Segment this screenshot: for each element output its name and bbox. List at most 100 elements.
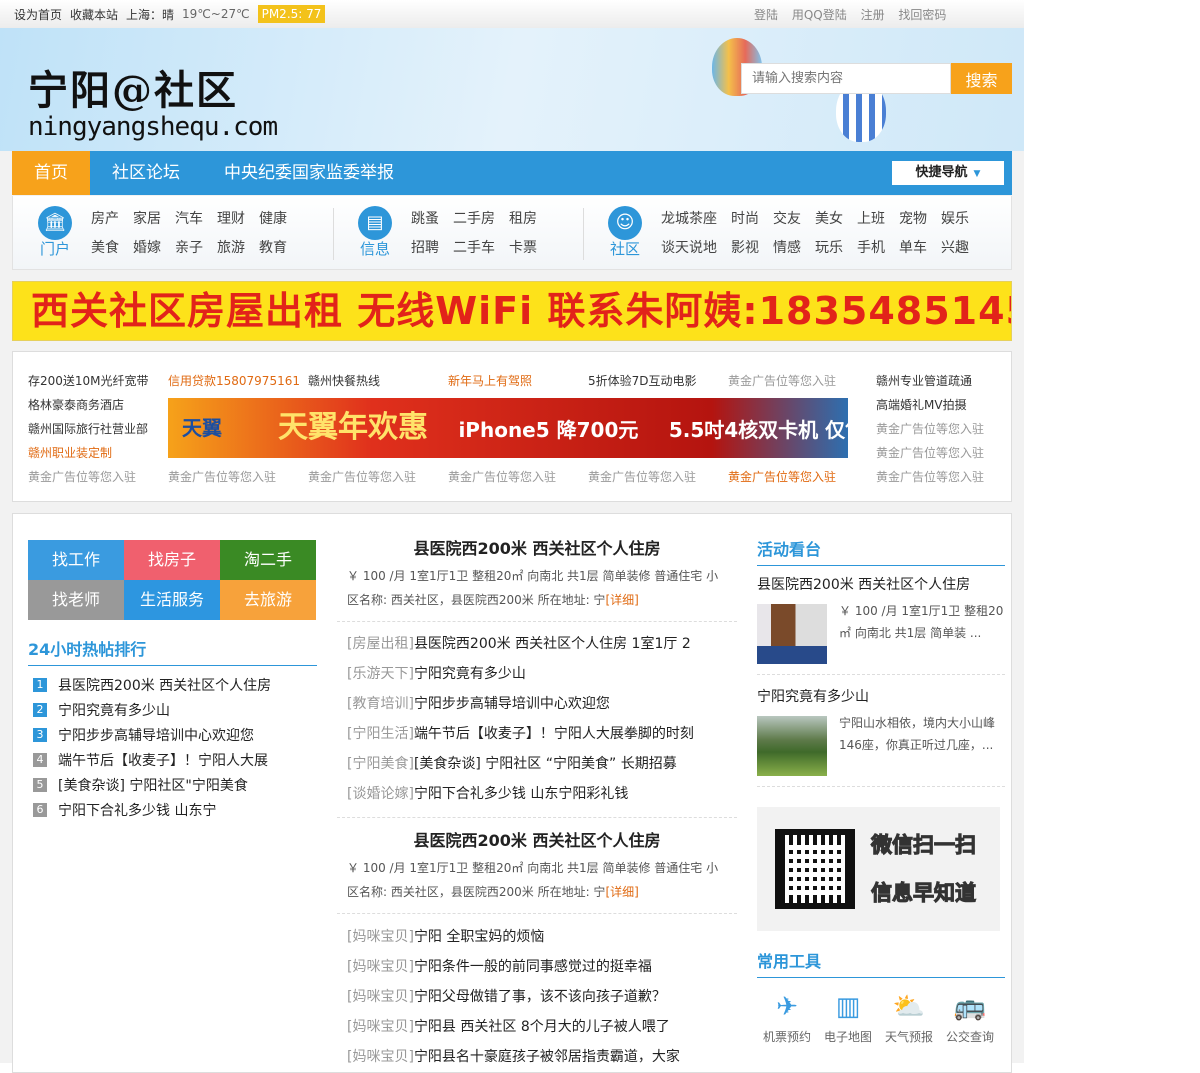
category-link[interactable]: 跳蚤: [411, 208, 453, 228]
ad-link[interactable]: 黄金广告位等您入驻: [28, 468, 136, 485]
details-link[interactable]: [详细]: [605, 593, 638, 607]
nav-forum[interactable]: 社区论坛: [90, 151, 202, 195]
ad-link[interactable]: 存200送10M光纤宽带: [28, 372, 149, 389]
set-home-link[interactable]: 设为首页: [14, 6, 62, 23]
ad-link[interactable]: 信用贷款15807975161: [168, 372, 300, 389]
ad-link[interactable]: 黄金广告位等您入驻: [448, 468, 556, 485]
category-link[interactable]: 教育: [259, 237, 301, 257]
list-item[interactable]: [妈咪宝贝]宁阳父母做错了事，该不该向孩子道歉？: [337, 982, 737, 1012]
list-item[interactable]: [房屋出租]县医院西200米 西关社区个人住房 1室1厅 2: [337, 629, 737, 659]
nav-home[interactable]: 首页: [12, 151, 90, 195]
ad-link[interactable]: 黄金广告位等您入驻: [876, 444, 984, 461]
category-link[interactable]: 理财: [217, 208, 259, 228]
category-link[interactable]: 谈天说地: [661, 237, 731, 257]
category-link[interactable]: 情感: [773, 237, 815, 257]
ad-link[interactable]: 黄金广告位等您入驻: [876, 420, 984, 437]
tool-map[interactable]: ▥ 电子地图: [818, 992, 878, 1045]
list-item[interactable]: [宁阳美食][美食杂谈] 宁阳社区 “宁阳美食” 长期招募: [337, 749, 737, 779]
activity-item[interactable]: 县医院西200米 西关社区个人住房 ￥ 100 /月 1室1厅1卫 整租20㎡ …: [757, 574, 1005, 675]
category-link[interactable]: 娱乐: [941, 208, 983, 228]
ad-link[interactable]: 黄金广告位等您入驻: [588, 468, 696, 485]
ad-link[interactable]: 赣州国际旅行社营业部: [28, 420, 148, 437]
list-item[interactable]: 5 [美食杂谈] 宁阳社区"宁阳美食: [33, 772, 313, 797]
category-link[interactable]: 时尚: [731, 208, 773, 228]
search-button[interactable]: 搜索: [951, 63, 1012, 94]
nav-report[interactable]: 中央纪委国家监委举报: [202, 151, 416, 195]
ad-link[interactable]: 格林豪泰商务酒店: [28, 396, 124, 413]
rental-banner-ad[interactable]: 西关社区房屋出租 无线WiFi 联系朱阿姨:18354851457: [12, 281, 1012, 341]
tianyi-banner-ad[interactable]: 天翼 天翼年欢惠 iPhone5 降700元 5.5吋4核双卡机 仅售1290元: [168, 398, 848, 458]
activity-item-title[interactable]: 县医院西200米 西关社区个人住房: [757, 574, 1005, 598]
recover-password-link[interactable]: 找回密码: [898, 8, 946, 22]
category-link[interactable]: 二手车: [453, 237, 509, 257]
category-link[interactable]: 上班: [857, 208, 899, 228]
list-item[interactable]: 6 宁阳下合礼多少钱 山东宁: [33, 797, 313, 822]
ad-link[interactable]: 黄金广告位等您入驻: [728, 468, 836, 485]
category-link[interactable]: 龙城茶座: [661, 208, 731, 228]
list-item[interactable]: 2 宁阳究竟有多少山: [33, 697, 313, 722]
category-link[interactable]: 家居: [133, 208, 175, 228]
featured-title[interactable]: 县医院西200米 西关社区个人住房: [337, 826, 737, 856]
list-item[interactable]: [谈婚论嫁]宁阳下合礼多少钱 山东宁阳彩礼钱: [337, 779, 737, 809]
category-link[interactable]: 婚嫁: [133, 237, 175, 257]
ad-link[interactable]: 5折体验7D互动电影: [588, 372, 697, 389]
list-item[interactable]: [妈咪宝贝]宁阳 全职宝妈的烦恼: [337, 922, 737, 952]
tool-weather[interactable]: ⛅ 天气预报: [879, 992, 939, 1045]
list-item[interactable]: 4 端午节后【收麦子】！宁阳人大展: [33, 747, 313, 772]
ad-link[interactable]: 新年马上有驾照: [448, 372, 532, 389]
category-link[interactable]: 旅游: [217, 237, 259, 257]
register-link[interactable]: 注册: [861, 8, 885, 22]
category-link[interactable]: 卡票: [509, 237, 551, 257]
ad-link[interactable]: 赣州快餐热线: [308, 372, 380, 389]
quick-link-secondhand[interactable]: 淘二手: [220, 540, 316, 580]
category-link[interactable]: 汽车: [175, 208, 217, 228]
category-link[interactable]: 房产: [91, 208, 133, 228]
category-label[interactable]: 信息: [355, 238, 395, 259]
category-link[interactable]: 宠物: [899, 208, 941, 228]
category-link[interactable]: 健康: [259, 208, 301, 228]
featured-title[interactable]: 县医院西200米 西关社区个人住房: [337, 534, 737, 564]
search-input[interactable]: [741, 63, 951, 94]
quick-link-jobs[interactable]: 找工作: [28, 540, 124, 580]
list-item[interactable]: [宁阳生活]端午节后【收麦子】！宁阳人大展拳脚的时刻: [337, 719, 737, 749]
ad-link[interactable]: 黄金广告位等您入驻: [876, 468, 984, 485]
category-label[interactable]: 门户: [35, 238, 75, 259]
ad-link[interactable]: 黄金广告位等您入驻: [728, 372, 836, 389]
list-item[interactable]: [乐游天下]宁阳究竟有多少山: [337, 659, 737, 689]
category-link[interactable]: 手机: [857, 237, 899, 257]
category-link[interactable]: 交友: [773, 208, 815, 228]
category-label[interactable]: 社区: [605, 238, 645, 259]
category-link[interactable]: 影视: [731, 237, 773, 257]
category-link[interactable]: 兴趣: [941, 237, 983, 257]
category-link[interactable]: 单车: [899, 237, 941, 257]
tool-bus[interactable]: 🚌 公交查询: [940, 992, 1000, 1045]
category-link[interactable]: 美食: [91, 237, 133, 257]
quick-nav-dropdown[interactable]: 快捷导航 ▼: [892, 161, 1004, 185]
tool-flight[interactable]: ✈ 机票预约: [757, 992, 817, 1045]
ad-link[interactable]: 高端婚礼MV拍摄: [876, 396, 967, 413]
ad-link[interactable]: 赣州专业管道疏通: [876, 372, 972, 389]
list-item[interactable]: [妈咪宝贝]宁阳县 西关社区 8个月大的儿子被人喂了: [337, 1012, 737, 1042]
category-link[interactable]: 亲子: [175, 237, 217, 257]
activity-item[interactable]: 宁阳究竟有多少山 宁阳山水相依，境内大小山峰146座，你真正听过几座，...: [757, 686, 1005, 787]
list-item[interactable]: 3 宁阳步步高辅导培训中心欢迎您: [33, 722, 313, 747]
site-logo[interactable]: 宁阳@社区 ningyangshequ.com: [28, 58, 278, 142]
quick-link-house[interactable]: 找房子: [124, 540, 220, 580]
ad-link[interactable]: 黄金广告位等您入驻: [168, 468, 276, 485]
ad-link[interactable]: 黄金广告位等您入驻: [308, 468, 416, 485]
list-item[interactable]: [教育培训]宁阳步步高辅导培训中心欢迎您: [337, 689, 737, 719]
list-item[interactable]: [妈咪宝贝]宁阳条件一般的前同事感觉过的挺幸福: [337, 952, 737, 982]
list-item[interactable]: 1 县医院西200米 西关社区个人住房: [33, 672, 313, 697]
ad-link[interactable]: 赣州职业装定制: [28, 444, 112, 461]
category-link[interactable]: 玩乐: [815, 237, 857, 257]
quick-link-travel[interactable]: 去旅游: [220, 580, 316, 620]
category-link[interactable]: 美女: [815, 208, 857, 228]
category-link[interactable]: 招聘: [411, 237, 453, 257]
quick-link-services[interactable]: 生活服务: [124, 580, 220, 620]
details-link[interactable]: [详细]: [605, 885, 638, 899]
category-link[interactable]: 租房: [509, 208, 551, 228]
activity-item-title[interactable]: 宁阳究竟有多少山: [757, 686, 1005, 710]
category-link[interactable]: 二手房: [453, 208, 509, 228]
bookmark-link[interactable]: 收藏本站: [70, 6, 118, 23]
list-item[interactable]: [妈咪宝贝]宁阳县名十豪庭孩子被邻居指责霸道，大家: [337, 1042, 737, 1072]
